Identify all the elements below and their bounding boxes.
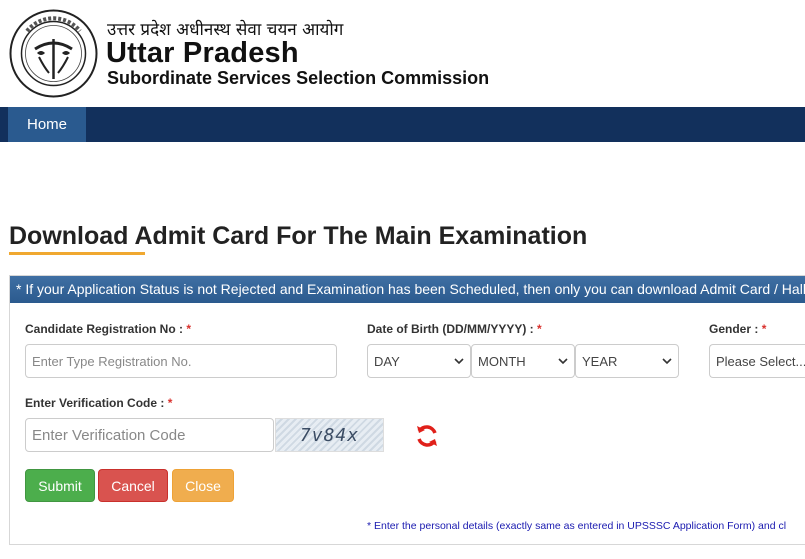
registration-label: Candidate Registration No : * [25,322,191,336]
gender-value: Please Select... [716,353,805,369]
dob-day-select[interactable]: DAY [367,344,471,378]
chevron-down-icon [662,358,672,365]
registration-label-text: Candidate Registration No : [25,322,184,336]
dob-label-text: Date of Birth (DD/MM/YYYY) : [367,322,534,336]
cancel-button[interactable]: Cancel [98,469,168,502]
close-button[interactable]: Close [172,469,234,502]
site-title: Uttar Pradesh [106,37,299,69]
page-title: Download Admit Card For The Main Examina… [9,222,588,250]
admit-card-form-panel: * If your Application Status is not Reje… [9,275,805,545]
verification-code-input[interactable] [25,418,274,452]
gender-label-text: Gender : [709,322,759,336]
notice-bar: * If your Application Status is not Reje… [10,276,805,303]
title-underline [9,252,145,255]
registration-input[interactable] [25,344,337,378]
gender-select[interactable]: Please Select... [709,344,805,378]
site-header: उत्तर प्रदेश अधीनस्थ सेवा चयन आयोग Uttar… [0,0,805,107]
required-mark: * [167,396,173,410]
gender-label: Gender : * [709,322,766,336]
nav-item-home[interactable]: Home [8,107,86,142]
refresh-icon[interactable] [414,423,440,449]
chevron-down-icon [558,358,568,365]
captcha-image: 7v84x [275,418,384,452]
instruction-note: * Enter the personal details (exactly sa… [367,520,787,532]
dob-day-value: DAY [374,353,400,369]
dob-year-select[interactable]: YEAR [575,344,679,378]
verification-label: Enter Verification Code : * [25,396,172,410]
required-mark: * [761,322,767,336]
required-mark: * [186,322,192,336]
captcha-text: 7v84x [299,424,360,446]
up-state-emblem-icon [9,9,98,98]
dob-label: Date of Birth (DD/MM/YYYY) : * [367,322,542,336]
dob-month-value: MONTH [478,353,526,369]
chevron-down-icon [454,358,464,365]
dob-year-value: YEAR [582,353,618,369]
site-subtitle: Subordinate Services Selection Commissio… [107,68,490,88]
main-navbar: Home [0,107,805,142]
required-mark: * [537,322,542,336]
submit-button[interactable]: Submit [25,469,95,502]
dob-month-select[interactable]: MONTH [471,344,575,378]
verification-label-text: Enter Verification Code : [25,396,165,410]
